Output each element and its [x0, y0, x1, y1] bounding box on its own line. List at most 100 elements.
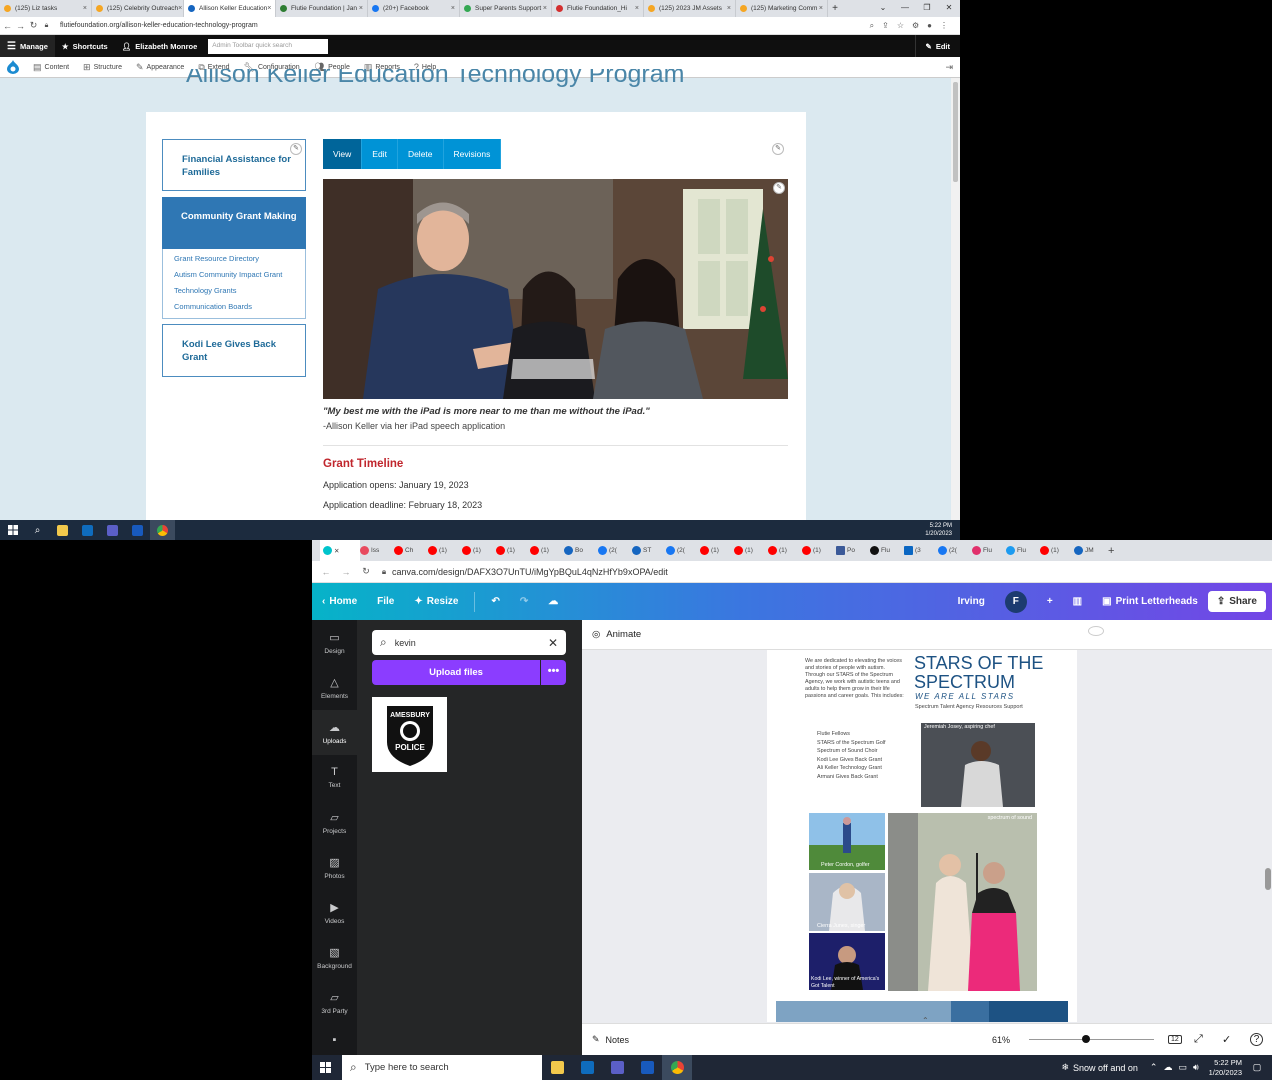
sublink-grant-resource-directory[interactable]: Grant Resource Directory: [174, 251, 282, 267]
add-people-icon[interactable]: +: [1037, 596, 1063, 607]
star-icon[interactable]: ☆: [897, 21, 904, 31]
fullscreen-icon[interactable]: ⤢: [1194, 1033, 1203, 1046]
extensions-icon[interactable]: ⚙: [912, 21, 919, 31]
rail-elements[interactable]: △ Elements: [312, 665, 357, 710]
scrollbar-thumb[interactable]: [1265, 868, 1271, 890]
onedrive-icon[interactable]: ☁: [1163, 1062, 1172, 1073]
taskbar-clock[interactable]: 5:22 PM 1/20/2023: [925, 522, 952, 538]
photo-kodi[interactable]: Kodi Lee, winner of America's Got Talent: [809, 933, 885, 990]
browser-tab[interactable]: Ch: [394, 540, 428, 561]
scrollbar-thumb[interactable]: [953, 82, 958, 182]
rail-3rd-party[interactable]: ▱ 3rd Party: [312, 980, 357, 1025]
teams-icon[interactable]: [602, 1055, 632, 1080]
close-icon[interactable]: ×: [359, 5, 363, 12]
zoom-slider-knob[interactable]: [1082, 1035, 1090, 1043]
insights-icon[interactable]: ▥: [1063, 596, 1092, 607]
browser-tab[interactable]: (1): [462, 540, 496, 561]
url-field[interactable]: flutiefoundation.org/allison-keller-educ…: [60, 22, 258, 29]
browser-tab[interactable]: (1): [530, 540, 564, 561]
browser-tab[interactable]: Flutie Foundation_Hi ×: [552, 0, 644, 17]
outlook-icon[interactable]: [75, 520, 100, 540]
upload-files-button[interactable]: Upload files: [372, 660, 540, 685]
close-icon[interactable]: ×: [83, 5, 87, 12]
browser-tab[interactable]: JM: [1074, 540, 1108, 561]
rail-design[interactable]: ▭ Design: [312, 620, 357, 665]
photo-spectrum-of-sound[interactable]: spectrum of sound: [888, 813, 1037, 991]
weather-widget[interactable]: ❄ Snow off and on: [1061, 1062, 1137, 1073]
rotate-handle-icon[interactable]: [1088, 626, 1104, 636]
tray-content[interactable]: ▤ Content: [26, 62, 76, 73]
file-explorer-icon[interactable]: [542, 1055, 572, 1080]
maximize-icon[interactable]: ❐: [916, 0, 938, 17]
volume-icon[interactable]: 🔊︎: [1193, 1062, 1199, 1073]
windows-start-icon[interactable]: [0, 520, 25, 540]
zoom-slider[interactable]: [1029, 1039, 1154, 1040]
notes-button[interactable]: Notes: [606, 1035, 630, 1045]
browser-tab[interactable]: (125) Liz tasks ×: [0, 0, 92, 17]
taskbar-search-input[interactable]: Type here to search: [365, 1062, 449, 1073]
photo-jeremiah[interactable]: Jeremiah Josey, aspiring chef: [921, 723, 1035, 807]
back-icon[interactable]: ←: [2, 21, 13, 31]
sidebar-item-financial[interactable]: Financial Assistance for Families ✎: [162, 139, 306, 191]
windows-start-icon[interactable]: [312, 1062, 338, 1073]
chevron-down-icon[interactable]: ⌄: [872, 0, 894, 17]
browser-tab[interactable]: (2(: [938, 540, 972, 561]
undo-icon[interactable]: ↶: [481, 596, 509, 607]
search-icon[interactable]: ⌕: [25, 520, 50, 540]
lock-icon[interactable]: 🔒︎: [376, 567, 392, 577]
teams-icon[interactable]: [100, 520, 125, 540]
shortcuts-button[interactable]: ★ Shortcuts: [55, 35, 115, 57]
file-menu[interactable]: File: [367, 596, 404, 607]
chrome-icon[interactable]: [150, 520, 175, 540]
home-button[interactable]: ‹ Home: [312, 596, 367, 607]
browser-tab[interactable]: (3: [904, 540, 938, 561]
animate-button[interactable]: Animate: [606, 629, 641, 640]
forward-icon[interactable]: →: [15, 21, 26, 31]
pencil-icon[interactable]: ✎: [773, 182, 785, 194]
outlook-icon[interactable]: [572, 1055, 602, 1080]
browser-tab[interactable]: Iss: [360, 540, 394, 561]
close-window-icon[interactable]: ✕: [938, 0, 960, 17]
sublink-technology-grants[interactable]: Technology Grants: [174, 283, 282, 299]
tab-view[interactable]: View: [323, 139, 363, 169]
close-icon[interactable]: ×: [178, 5, 182, 12]
rail-uploads[interactable]: ☁ Uploads: [312, 710, 357, 755]
sidebar-item-kodi[interactable]: Kodi Lee Gives Back Grant: [162, 324, 306, 377]
zoom-icon[interactable]: ⌕: [870, 21, 874, 31]
browser-tab[interactable]: Flu: [870, 540, 904, 561]
print-button[interactable]: ▣ Print Letterheads: [1092, 596, 1208, 607]
uploads-search[interactable]: ⌕ kevin ✕: [372, 630, 566, 655]
check-icon[interactable]: ✓: [1222, 1033, 1231, 1046]
reload-icon[interactable]: ↻: [28, 20, 39, 31]
browser-tab[interactable]: Super Parents Support ×: [460, 0, 552, 17]
rail-photos[interactable]: ▨ Photos: [312, 845, 357, 890]
close-icon[interactable]: ×: [635, 5, 639, 12]
browser-tab[interactable]: Flu: [972, 540, 1006, 561]
edit-button[interactable]: ✎ Edit: [914, 35, 960, 57]
manage-button[interactable]: ☰ Manage: [0, 35, 55, 57]
browser-tab[interactable]: (2(: [598, 540, 632, 561]
browser-tab[interactable]: Po: [836, 540, 870, 561]
close-icon[interactable]: ×: [543, 5, 547, 12]
browser-tab[interactable]: (1): [1040, 540, 1074, 561]
rail-background[interactable]: ▧ Background: [312, 935, 357, 980]
design-page[interactable]: We are dedicated to elevating the voices…: [767, 650, 1077, 1022]
browser-tab[interactable]: (1): [700, 540, 734, 561]
browser-tab[interactable]: (125) Celebrity Outreach ×: [92, 0, 184, 17]
admin-search-input[interactable]: Admin Toolbar quick search: [208, 38, 329, 54]
browser-tab[interactable]: (125) 2023 JM Assets ×: [644, 0, 736, 17]
rail-app[interactable]: ▪: [312, 1025, 357, 1055]
sublink-autism-community-impact[interactable]: Autism Community Impact Grant: [174, 267, 282, 283]
tray-appearance[interactable]: ✎ Appearance: [129, 62, 191, 73]
more-options-icon[interactable]: •••: [541, 660, 566, 685]
close-icon[interactable]: ×: [727, 5, 731, 12]
rail-text[interactable]: T Text: [312, 755, 357, 800]
rail-videos[interactable]: ▶ Videos: [312, 890, 357, 935]
browser-tab[interactable]: Flu: [1006, 540, 1040, 561]
browser-tab[interactable]: (1): [768, 540, 802, 561]
browser-tab[interactable]: ST: [632, 540, 666, 561]
browser-tab[interactable]: (20+) Facebook ×: [368, 0, 460, 17]
chrome-icon[interactable]: [662, 1055, 692, 1080]
browser-tab-active[interactable]: ✕: [320, 540, 360, 561]
browser-tab[interactable]: (1): [496, 540, 530, 561]
